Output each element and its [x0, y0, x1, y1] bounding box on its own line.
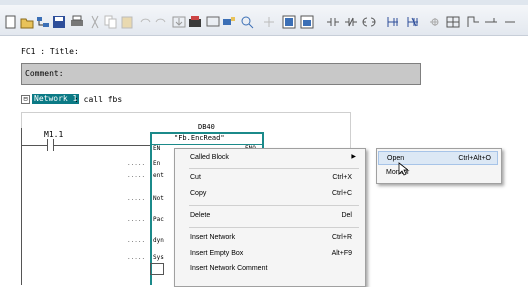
network-label[interactable]: Network 1: [32, 94, 80, 104]
pin-name: dyn: [153, 237, 164, 244]
pin-name: Not: [153, 195, 164, 202]
comment-label: Comment:: [25, 69, 64, 78]
menu-item-shortcut: Ctrl+X: [332, 174, 352, 181]
menu-item-label: Cut: [190, 174, 201, 181]
menu-item-shortcut: Alt+F9: [331, 250, 352, 257]
pin-row: .....: [127, 195, 146, 202]
fb-name: "Fb.EncRead": [174, 134, 225, 142]
menu-item-shortcut: Ctrl+C: [331, 190, 352, 197]
input-box[interactable]: [150, 263, 164, 275]
comment-box[interactable]: Comment:: [21, 63, 421, 85]
wire-end-icon[interactable]: [504, 14, 518, 28]
pin-row: .....: [127, 254, 146, 261]
zoom-icon[interactable]: [240, 14, 254, 29]
submenu-item-shortcut: Ctrl+Alt+O: [458, 155, 491, 162]
instance-db-label: DB40: [198, 123, 215, 131]
menu-item-label: Called Block: [190, 154, 229, 161]
step-icon[interactable]: [466, 14, 480, 28]
copy-icon[interactable]: [104, 14, 118, 29]
pin-row: .....: [127, 172, 146, 179]
pin-name: En: [153, 160, 161, 167]
save-icon[interactable]: [52, 14, 66, 28]
menu-item-label: Copy: [190, 190, 207, 197]
monitor-icon[interactable]: [206, 14, 220, 28]
accessible-nodes-icon[interactable]: [36, 14, 50, 28]
contact-wire-right: [53, 145, 150, 146]
menu-item-shortcut: Ctrl+R: [331, 234, 352, 241]
contact-address: M1.1: [44, 130, 64, 139]
submenu-item-monitor[interactable]: Monitor: [378, 166, 498, 180]
called-block-submenu: Open Ctrl+Alt+O Monitor: [376, 148, 502, 184]
box-icon[interactable]: [282, 14, 296, 29]
insert-network-icon[interactable]: [300, 14, 314, 29]
pin-name: Sys: [153, 254, 164, 261]
context-menu: Called Block ▶ Cut Ctrl+X Copy Ctrl+C De…: [174, 148, 366, 287]
menu-item-insert-empty-box[interactable]: Insert Empty Box Alt+F9: [176, 247, 362, 261]
submenu-arrow-icon: ▶: [351, 154, 356, 160]
menu-item-shortcut: Del: [341, 212, 352, 219]
pin-row: .....: [127, 216, 146, 223]
network-icon[interactable]: [262, 14, 276, 28]
pin-row: .....: [127, 237, 146, 244]
download-icon[interactable]: [172, 14, 186, 28]
menu-item-called-block[interactable]: Called Block ▶: [176, 151, 362, 165]
submenu-item-open[interactable]: Open Ctrl+Alt+O: [378, 151, 498, 165]
redo-icon[interactable]: [154, 14, 168, 28]
branch-open-icon[interactable]: [386, 14, 400, 28]
menu-item-insert-network-comment[interactable]: Insert Network Comment: [176, 262, 362, 276]
menu-item-label: Insert Network: [190, 234, 236, 241]
contact-nc-icon[interactable]: [344, 14, 358, 28]
menu-separator: [189, 227, 359, 228]
menu-item-cut[interactable]: Cut Ctrl+X: [176, 171, 362, 185]
contact-no-icon[interactable]: [326, 14, 340, 28]
menu-item-copy[interactable]: Copy Ctrl+C: [176, 187, 362, 201]
menu-item-delete[interactable]: Delete Del: [176, 209, 362, 223]
coil-icon[interactable]: [362, 14, 376, 28]
pin-name: Pac: [153, 216, 164, 223]
upload-icon[interactable]: [188, 14, 202, 28]
undo-icon[interactable]: [138, 14, 152, 28]
power-rail: [21, 128, 22, 285]
network-title: : call fbs: [74, 95, 123, 104]
overview-icon[interactable]: [222, 14, 236, 28]
contact-bar-left: [47, 139, 48, 151]
mouse-cursor-icon: [398, 161, 410, 180]
branch-close-icon[interactable]: [406, 14, 420, 28]
pin-row: .....: [127, 160, 146, 167]
new-icon[interactable]: [4, 14, 18, 29]
menu-separator: [189, 168, 359, 169]
menu-item-label: Insert Empty Box: [190, 250, 244, 257]
menu-separator: [189, 205, 359, 206]
contact-wire-left: [21, 145, 47, 146]
menu-item-label: Delete: [190, 212, 211, 219]
menu-item-label: Insert Network Comment: [190, 265, 268, 272]
arrow-icon[interactable]: [428, 14, 442, 28]
paste-icon[interactable]: [120, 14, 134, 29]
print-icon[interactable]: [70, 14, 84, 28]
network-expander-icon[interactable]: ⊟: [21, 95, 30, 104]
pin-name: ent: [153, 172, 164, 179]
pin-en: EN: [153, 145, 161, 152]
cut-icon[interactable]: [88, 14, 102, 29]
wire-icon[interactable]: [484, 14, 498, 28]
table-icon[interactable]: [446, 14, 460, 28]
fc-title: FC1 : Title:: [21, 47, 79, 56]
toolbar: [0, 5, 528, 36]
menu-item-insert-network[interactable]: Insert Network Ctrl+R: [176, 231, 362, 245]
open-icon[interactable]: [20, 14, 34, 29]
